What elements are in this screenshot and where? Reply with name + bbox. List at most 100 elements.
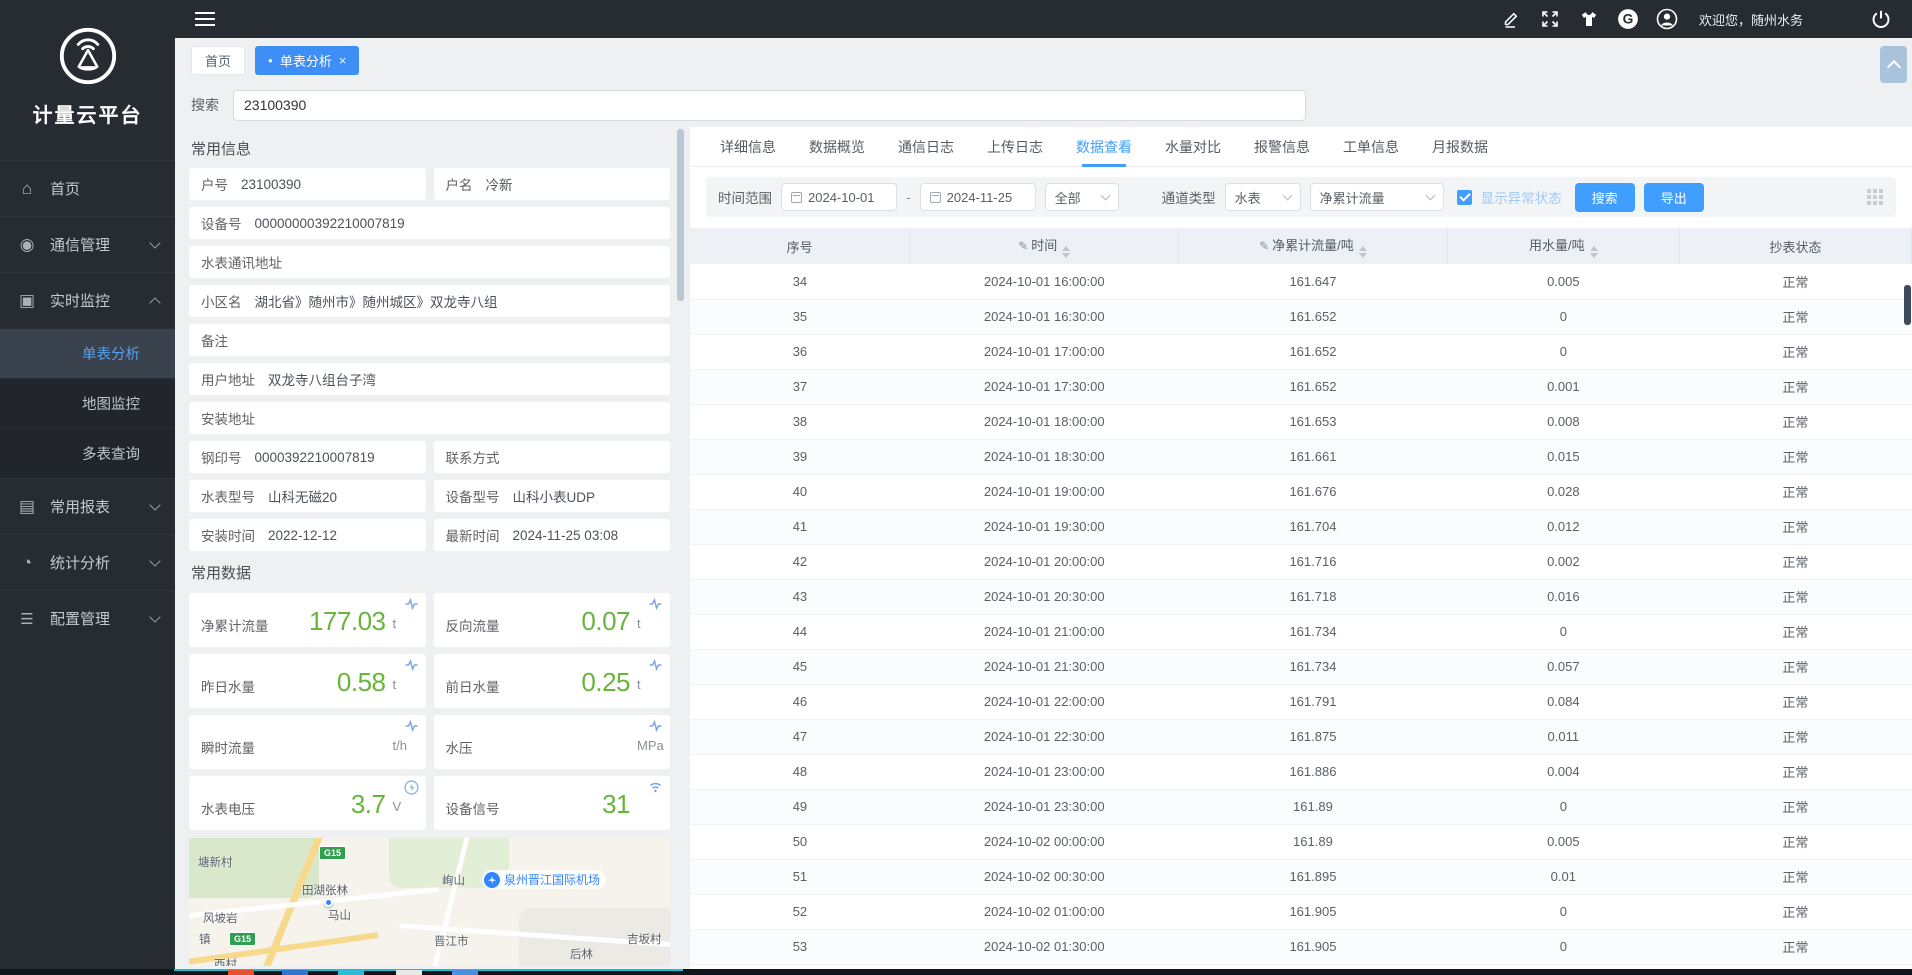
avatar-icon[interactable] bbox=[1656, 8, 1678, 30]
table-column-header[interactable]: 序号 bbox=[690, 228, 910, 264]
show-abnormal-label[interactable]: 显示异常状态 bbox=[1481, 187, 1562, 207]
sidebar-menu-item[interactable]: 单表分析 bbox=[0, 328, 175, 378]
pulse-icon[interactable] bbox=[404, 597, 419, 611]
pulse-icon[interactable] bbox=[648, 719, 663, 733]
table-row[interactable]: 36 2024-10-01 17:00:00 161.652 0 正常 bbox=[690, 334, 1912, 369]
wifi-signal-icon[interactable] bbox=[648, 780, 663, 794]
sort-asc-icon[interactable] bbox=[1359, 246, 1367, 251]
voltage-icon[interactable] bbox=[404, 780, 419, 795]
section-title-common-data: 常用数据 bbox=[189, 551, 670, 592]
airport-label[interactable]: 泉州晋江国际机场 bbox=[482, 870, 606, 889]
table-column-header[interactable]: 抄表状态 bbox=[1679, 228, 1911, 264]
sidebar-menu-item[interactable]: 常用报表 bbox=[0, 478, 175, 534]
breadcrumb-tab[interactable]: ● 首页 × bbox=[191, 46, 245, 75]
sort-asc-icon[interactable] bbox=[1062, 246, 1070, 251]
table-row[interactable]: 45 2024-10-01 21:30:00 161.734 0.057 正常 bbox=[690, 649, 1912, 684]
page-scrollbar-thumb[interactable] bbox=[1904, 285, 1911, 325]
cell-cumulative-flow: 161.652 bbox=[1179, 334, 1448, 369]
taskbar-app-icon[interactable] bbox=[452, 970, 478, 975]
sort-asc-icon[interactable] bbox=[1590, 246, 1598, 251]
sidebar-menu-item[interactable]: 统计分析 bbox=[0, 534, 175, 590]
table-row[interactable]: 42 2024-10-01 20:00:00 161.716 0.002 正常 bbox=[690, 544, 1912, 579]
menu-fold-icon[interactable] bbox=[195, 12, 215, 26]
channel-select[interactable]: 水表 bbox=[1225, 183, 1301, 211]
table-row[interactable]: 53 2024-10-02 01:30:00 161.905 0 正常 bbox=[690, 929, 1912, 964]
table-column-header[interactable]: 净累计流量/吨 bbox=[1179, 228, 1448, 264]
panel-scrollbar-thumb[interactable] bbox=[677, 129, 684, 301]
detail-tab[interactable]: 上传日志 bbox=[987, 127, 1043, 166]
granularity-select[interactable]: 全部 bbox=[1045, 183, 1119, 211]
detail-tab[interactable]: 数据查看 bbox=[1076, 127, 1132, 166]
sidebar-menu-item[interactable]: 多表查询 bbox=[0, 428, 175, 478]
power-icon[interactable] bbox=[1870, 8, 1892, 30]
export-button[interactable]: 导出 bbox=[1644, 183, 1704, 212]
detail-tab[interactable]: 数据概览 bbox=[809, 127, 865, 166]
detail-tab[interactable]: 工单信息 bbox=[1343, 127, 1399, 166]
pulse-icon[interactable] bbox=[648, 597, 663, 611]
date-to-input[interactable]: 2024-11-25 bbox=[920, 183, 1036, 211]
table-row[interactable]: 35 2024-10-01 16:30:00 161.652 0 正常 bbox=[690, 299, 1912, 334]
sidebar-menu-item[interactable]: 首页 bbox=[0, 160, 175, 216]
table-row[interactable]: 41 2024-10-01 19:30:00 161.704 0.012 正常 bbox=[690, 509, 1912, 544]
table-column-header[interactable]: 时间 bbox=[910, 228, 1179, 264]
sort-icons[interactable] bbox=[1062, 246, 1070, 258]
taskbar-app-icon[interactable] bbox=[396, 970, 422, 975]
sort-desc-icon[interactable] bbox=[1062, 253, 1070, 258]
table-row[interactable]: 47 2024-10-01 22:30:00 161.875 0.011 正常 bbox=[690, 719, 1912, 754]
sort-desc-icon[interactable] bbox=[1590, 253, 1598, 258]
table-row[interactable]: 38 2024-10-01 18:00:00 161.653 0.008 正常 bbox=[690, 404, 1912, 439]
pulse-icon[interactable] bbox=[404, 658, 419, 672]
theme-shirt-icon[interactable] bbox=[1578, 8, 1600, 30]
g-circle-icon[interactable]: G bbox=[1617, 8, 1639, 30]
field-value: 23100390 bbox=[241, 177, 301, 192]
table-row[interactable]: 40 2024-10-01 19:00:00 161.676 0.028 正常 bbox=[690, 474, 1912, 509]
breadcrumb-tab[interactable]: ● 单表分析 × bbox=[255, 46, 359, 75]
cell-usage: 0 bbox=[1447, 299, 1679, 334]
scroll-top-button[interactable] bbox=[1880, 46, 1907, 83]
table-row[interactable]: 43 2024-10-01 20:30:00 161.718 0.016 正常 bbox=[690, 579, 1912, 614]
mini-map[interactable]: 塘新村 田湖张林 峋山 风坡岩 马山 晋江市 后林 吉坂村 bbox=[189, 838, 670, 966]
detail-tab[interactable]: 水量对比 bbox=[1165, 127, 1221, 166]
detail-tab[interactable]: 报警信息 bbox=[1254, 127, 1310, 166]
sidebar-menu-item[interactable]: 地图监控 bbox=[0, 378, 175, 428]
fullscreen-icon[interactable] bbox=[1539, 8, 1561, 30]
detail-tab[interactable]: 通信日志 bbox=[898, 127, 954, 166]
content: 常用信息 户号 23100390 户名 冷新 bbox=[175, 127, 1912, 969]
table-row[interactable]: 51 2024-10-02 00:30:00 161.895 0.01 正常 bbox=[690, 859, 1912, 894]
taskbar-app-icon[interactable] bbox=[228, 970, 254, 975]
close-icon[interactable]: × bbox=[339, 53, 347, 68]
sidebar-menu-item[interactable]: 配置管理 bbox=[0, 590, 175, 646]
taskbar-app-icon[interactable] bbox=[338, 970, 364, 975]
edit-icon[interactable] bbox=[1500, 8, 1522, 30]
sort-icons[interactable] bbox=[1359, 246, 1367, 258]
table-row[interactable]: 39 2024-10-01 18:30:00 161.661 0.015 正常 bbox=[690, 439, 1912, 474]
taskbar-app-icon[interactable] bbox=[282, 970, 308, 975]
cell-usage: 0 bbox=[1447, 334, 1679, 369]
table-row[interactable]: 34 2024-10-01 16:00:00 161.647 0.005 正常 bbox=[690, 264, 1912, 299]
table-row[interactable]: 52 2024-10-02 01:00:00 161.905 0 正常 bbox=[690, 894, 1912, 929]
column-settings-icon[interactable] bbox=[1867, 189, 1884, 206]
search-button[interactable]: 搜索 bbox=[1575, 183, 1635, 212]
table-row[interactable]: 46 2024-10-01 22:00:00 161.791 0.084 正常 bbox=[690, 684, 1912, 719]
date-from-input[interactable]: 2024-10-01 bbox=[781, 183, 897, 211]
pulse-icon[interactable] bbox=[404, 719, 419, 733]
table-row[interactable]: 48 2024-10-01 23:00:00 161.886 0.004 正常 bbox=[690, 754, 1912, 789]
table-row[interactable]: 44 2024-10-01 21:00:00 161.734 0 正常 bbox=[690, 614, 1912, 649]
sidebar-menu-item[interactable]: 实时监控 bbox=[0, 272, 175, 328]
cell-cumulative-flow: 161.905 bbox=[1179, 929, 1448, 964]
data-card: 水压 MPa bbox=[434, 715, 671, 769]
table-row[interactable]: 37 2024-10-01 17:30:00 161.652 0.001 正常 bbox=[690, 369, 1912, 404]
table-row[interactable]: 49 2024-10-01 23:30:00 161.89 0 正常 bbox=[690, 789, 1912, 824]
pulse-icon[interactable] bbox=[648, 658, 663, 672]
metric-select[interactable]: 净累计流量 bbox=[1310, 183, 1444, 211]
detail-tab[interactable]: 月报数据 bbox=[1432, 127, 1488, 166]
show-abnormal-checkbox[interactable] bbox=[1457, 190, 1472, 205]
sort-icons[interactable] bbox=[1590, 246, 1598, 258]
sidebar-menu-item[interactable]: 通信管理 bbox=[0, 216, 175, 272]
table-row[interactable]: 50 2024-10-02 00:00:00 161.89 0.005 正常 bbox=[690, 824, 1912, 859]
table-column-header[interactable]: 用水量/吨 bbox=[1447, 228, 1679, 264]
os-taskbar[interactable] bbox=[0, 969, 1912, 975]
detail-tab[interactable]: 详细信息 bbox=[720, 127, 776, 166]
sort-desc-icon[interactable] bbox=[1359, 253, 1367, 258]
search-input[interactable] bbox=[233, 90, 1306, 121]
